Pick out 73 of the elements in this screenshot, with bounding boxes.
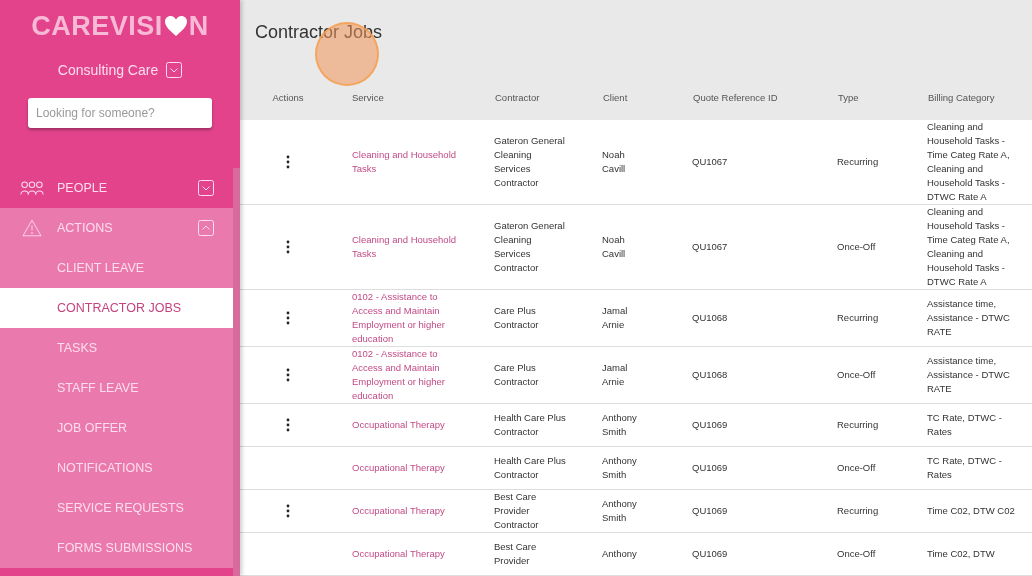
table-cell-text: Recurring: [837, 155, 880, 169]
service-link[interactable]: Cleaning and Household Tasks: [352, 233, 464, 261]
table-cell-text: Once-Off: [837, 547, 877, 561]
column-header: Contractor: [494, 78, 602, 120]
column-header: Quote Reference ID: [692, 78, 837, 120]
search-field[interactable]: Looking for someone?: [28, 98, 212, 128]
table-cell: Health Care Plus Contractor: [494, 454, 566, 482]
people-icon: [20, 179, 44, 197]
table-cell-text: QU1068: [692, 368, 729, 382]
table-cell-text: Anthony: [602, 547, 638, 561]
table-cell-text: Noah Cavill: [602, 233, 627, 261]
table-cell-text: TC Rate, DTWC - Rates: [927, 454, 1003, 482]
service-link[interactable]: 0102 - Assistance to Access and Maintain Employment or higher education: [352, 290, 464, 346]
table-cell-text: Cleaning and Household Tasks - Time Categ Rate A, Cleaning and Household Tasks - DTWC Rate A: [927, 120, 1011, 204]
service-link[interactable]: Occupational Therapy: [352, 418, 464, 432]
more-options-icon[interactable]: [286, 504, 290, 519]
table-cell-text: Anthony Smith: [602, 497, 638, 525]
heart-icon: [163, 15, 188, 37]
table-cell-text: Jamal Arnie: [602, 361, 629, 389]
table-cell-text: Best Care Provider Contractor: [494, 490, 540, 532]
table-cell-text: Cleaning and Household Tasks - Time Categ Rate A, Cleaning and Household Tasks - DTWC Rate A: [927, 205, 1011, 289]
more-options-icon[interactable]: [286, 311, 290, 326]
column-header: Billing Category: [927, 78, 1032, 120]
column-header: Actions: [240, 78, 336, 120]
nav-item[interactable]: CONTRACTOR JOBS: [0, 288, 233, 328]
logo-text: CAREVISI: [31, 10, 163, 42]
warning-icon: [20, 219, 44, 237]
table-cell-text: Once-Off: [837, 461, 877, 475]
table-cell-text: Assistance time, Assistance - DTWC RATE: [927, 354, 1011, 396]
scrollbar[interactable]: [233, 168, 240, 576]
table-cell-text: Time C02, DTW C02: [927, 504, 1016, 518]
chevron-down-icon[interactable]: [166, 62, 183, 78]
table-cell: Gateron General Cleaning Services Contractor: [494, 219, 566, 275]
table-cell-text: Once-Off: [837, 368, 877, 382]
more-options-icon[interactable]: [286, 368, 290, 383]
table-cell-text: QU1067: [692, 240, 729, 254]
logo-text: N: [188, 10, 209, 42]
table-cell-text: Anthony Smith: [602, 454, 638, 482]
table-cell-text: QU1067: [692, 155, 729, 169]
table-cell-text: Jamal Arnie: [602, 304, 629, 332]
table-cell-text: QU1069: [692, 504, 729, 518]
table-cell-text: QU1068: [692, 311, 729, 325]
table-cell-text: Once-Off: [837, 240, 877, 254]
service-link[interactable]: Cleaning and Household Tasks: [352, 148, 464, 176]
chevron-down-icon[interactable]: [198, 180, 214, 196]
service-link[interactable]: Occupational Therapy: [352, 504, 464, 518]
table-cell-text: TC Rate, DTWC - Rates: [927, 411, 1003, 439]
table-cell-text: Time C02, DTW: [927, 547, 996, 561]
column-header: Client: [602, 78, 692, 120]
table-cell-text: Recurring: [837, 504, 880, 518]
organisation-name: Consulting Care: [57, 62, 159, 78]
table-cell-text: Recurring: [837, 311, 880, 325]
service-link[interactable]: Occupational Therapy: [352, 461, 464, 475]
more-options-icon[interactable]: [286, 240, 290, 255]
table-cell: Health Care Plus Contractor: [494, 411, 566, 439]
table-cell-text: Care Plus Contractor: [494, 304, 540, 332]
more-options-icon[interactable]: [286, 418, 290, 433]
table-cell-text: Noah Cavill: [602, 148, 627, 176]
table-cell-text: Best Care Provider: [494, 540, 538, 568]
service-link[interactable]: 0102 - Assistance to Access and Maintain Employment or higher education: [352, 347, 464, 403]
table-cell-text: QU1069: [692, 461, 729, 475]
table-cell-text: Anthony Smith: [602, 411, 638, 439]
nav-group[interactable]: PEOPLE: [57, 181, 198, 195]
table-cell-text: Recurring: [837, 418, 880, 432]
table-cell: Gateron General Cleaning Services Contractor: [494, 134, 566, 190]
column-header: Type: [837, 78, 927, 120]
table-cell-text: QU1069: [692, 418, 729, 432]
column-header: Service: [336, 78, 494, 120]
table-cell-text: Assistance time, Assistance - DTWC RATE: [927, 297, 1011, 339]
table-cell-text: Care Plus Contractor: [494, 361, 540, 389]
service-link[interactable]: Occupational Therapy: [352, 547, 464, 561]
more-options-icon[interactable]: [286, 155, 290, 170]
table-cell-text: QU1069: [692, 547, 729, 561]
